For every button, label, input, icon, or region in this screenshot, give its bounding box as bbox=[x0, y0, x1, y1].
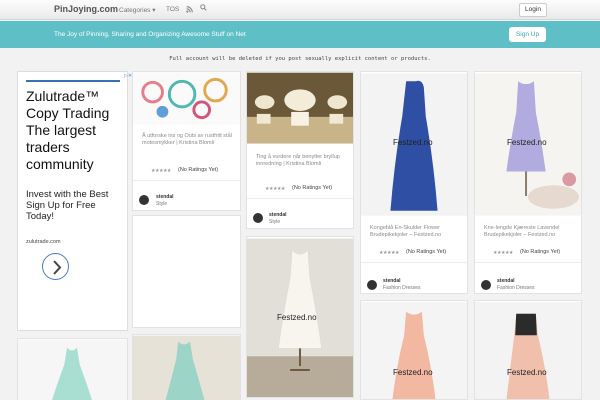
ad-headline[interactable]: Zulutrade™ Copy Trading The largest trad… bbox=[26, 88, 126, 173]
pin-user[interactable]: stendal bbox=[497, 278, 515, 284]
pin-board[interactable]: Style bbox=[269, 219, 280, 225]
rating-text: (No Ratings Yet) bbox=[406, 249, 447, 255]
content-notice: Full account will be deleted if you post… bbox=[169, 56, 431, 62]
pin-title[interactable]: Kongeblå En-Skulder Flower Brudepikekjol… bbox=[370, 225, 459, 239]
tagline: The Joy of Pinning, Sharing and Organizi… bbox=[54, 31, 246, 38]
dress-image[interactable] bbox=[133, 335, 240, 400]
dress-image[interactable] bbox=[18, 339, 127, 400]
ad-choices-icon[interactable]: ▷✕ bbox=[124, 73, 132, 79]
rating-text: (No Ratings Yet) bbox=[292, 185, 333, 191]
pin-user[interactable]: stendal bbox=[269, 212, 287, 218]
ad-divider bbox=[26, 80, 120, 82]
rss-icon[interactable] bbox=[186, 6, 193, 15]
pin-card[interactable]: Festzed.no Kongeblå En-Skulder Flower Br… bbox=[360, 71, 468, 294]
ad-domain[interactable]: zulutrade.com bbox=[26, 239, 61, 245]
card-divider bbox=[133, 180, 240, 181]
rating-stars[interactable]: ★★★★★ bbox=[265, 186, 285, 192]
image-watermark: Festzed.no bbox=[507, 138, 547, 147]
ad-body[interactable]: Invest with the Best Sign Up for Free To… bbox=[26, 189, 126, 222]
pin-user[interactable]: stendal bbox=[156, 194, 174, 200]
pin-board[interactable]: Style bbox=[156, 201, 167, 207]
signup-button[interactable]: Sign Up bbox=[509, 27, 546, 42]
site-logo[interactable]: PinJoying.com bbox=[54, 4, 118, 14]
pin-board[interactable]: Fashion Dresses bbox=[497, 285, 535, 291]
chevron-right-icon[interactable] bbox=[42, 253, 69, 280]
pin-card[interactable]: Festzed.no bbox=[360, 300, 468, 400]
avatar[interactable] bbox=[253, 213, 263, 223]
pin-card[interactable]: Å utforske ins og Outs av rustfritt stål… bbox=[132, 71, 241, 211]
pin-user[interactable]: stendal bbox=[383, 278, 401, 284]
categories-menu[interactable]: Categories ▾ bbox=[119, 6, 156, 14]
avatar[interactable] bbox=[139, 195, 149, 205]
card-divider bbox=[475, 262, 581, 263]
pin-card[interactable] bbox=[132, 215, 241, 328]
wedding-image[interactable] bbox=[247, 72, 353, 144]
pin-card[interactable] bbox=[132, 334, 241, 400]
image-watermark: Festzed.no bbox=[393, 138, 433, 147]
top-nav: PinJoying.com Categories ▾ TOS Login bbox=[0, 0, 600, 20]
image-watermark: Festzed.no bbox=[393, 368, 433, 377]
rating-stars[interactable]: ★★★★★ bbox=[151, 168, 171, 174]
pin-card[interactable]: Festzed.no bbox=[246, 236, 354, 398]
rating-text: (No Ratings Yet) bbox=[520, 249, 561, 255]
pin-card[interactable]: Ting å vurdere når benytter bryllup innr… bbox=[246, 71, 354, 229]
avatar[interactable] bbox=[367, 280, 377, 290]
pin-title[interactable]: Ting å vurdere når benytter bryllup innr… bbox=[256, 154, 345, 168]
dress-image[interactable] bbox=[475, 301, 581, 400]
rating-stars[interactable]: ★★★★★ bbox=[379, 250, 399, 256]
avatar[interactable] bbox=[481, 280, 491, 290]
jewelry-image[interactable] bbox=[133, 72, 240, 125]
pin-title[interactable]: Å utforske ins og Outs av rustfritt stål… bbox=[142, 133, 232, 147]
pin-board[interactable]: Fashion Dresses bbox=[383, 285, 421, 291]
card-divider bbox=[361, 262, 467, 263]
advertisement[interactable]: ▷✕ Zulutrade™ Copy Trading The largest t… bbox=[17, 71, 132, 331]
rating-stars[interactable]: ★★★★★ bbox=[493, 250, 513, 256]
image-watermark: Festzed.no bbox=[277, 313, 317, 322]
tos-link[interactable]: TOS bbox=[166, 6, 179, 13]
pin-card[interactable]: Festzed.no Kne-lengde Kjæreste Lavendel … bbox=[474, 71, 582, 294]
pin-card[interactable] bbox=[17, 338, 128, 400]
card-divider bbox=[247, 198, 353, 199]
dress-image[interactable] bbox=[361, 301, 467, 400]
search-icon[interactable] bbox=[200, 4, 207, 13]
login-button[interactable]: Login bbox=[519, 3, 547, 17]
rating-text: (No Ratings Yet) bbox=[178, 167, 219, 173]
pin-title[interactable]: Kne-lengde Kjæreste Lavendel Brudepikekj… bbox=[484, 225, 573, 239]
image-watermark: Festzed.no bbox=[507, 368, 547, 377]
hero-banner: The Joy of Pinning, Sharing and Organizi… bbox=[0, 21, 600, 48]
pin-card[interactable]: Festzed.no bbox=[474, 300, 582, 400]
